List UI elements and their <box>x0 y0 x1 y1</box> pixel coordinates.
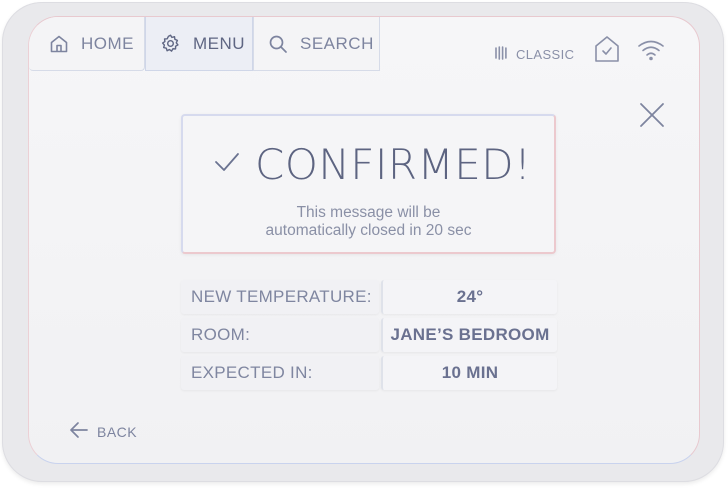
back-button[interactable]: BACK <box>69 421 137 442</box>
radiator-icon <box>494 45 510 64</box>
confirmation-message: This message will be automatically close… <box>183 204 554 240</box>
detail-label: EXPECTED IN: <box>181 356 379 390</box>
detail-value: 10 MIN <box>381 356 557 390</box>
search-icon <box>268 34 288 54</box>
mode-label: CLASSIC <box>516 47 575 62</box>
home-icon <box>49 34 69 54</box>
wifi-icon[interactable] <box>637 39 665 66</box>
detail-label: ROOM: <box>181 318 379 352</box>
back-label: BACK <box>97 423 138 440</box>
arrow-left-icon <box>69 421 89 442</box>
tab-menu[interactable]: MENU <box>145 17 253 71</box>
tab-home[interactable]: HOME <box>29 17 145 71</box>
detail-value: 24° <box>381 280 557 314</box>
confirmation-title: CONFIRMED! <box>255 140 532 189</box>
detail-row-temperature: NEW TEMPERATURE: 24° <box>181 280 557 314</box>
gear-icon <box>160 33 181 54</box>
tab-home-label: HOME <box>81 33 134 53</box>
detail-label: NEW TEMPERATURE: <box>181 280 379 314</box>
thermostat-device: HOME MENU SEARCH CLASSIC CONFIRMED! This… <box>2 2 724 482</box>
close-icon[interactable] <box>638 101 666 134</box>
detail-value: JANE’S BEDROOM <box>381 318 557 352</box>
detail-row-room: ROOM: JANE’S BEDROOM <box>181 318 557 352</box>
confirmation-header: CONFIRMED! <box>213 140 531 189</box>
home-check-icon[interactable] <box>594 35 620 68</box>
tab-search[interactable]: SEARCH <box>253 17 380 71</box>
confirmation-message-line1: This message will be <box>296 204 441 221</box>
checkmark-icon <box>213 151 241 178</box>
tab-menu-label: MENU <box>193 33 246 53</box>
confirmation-message-line2: automatically closed in 20 sec <box>265 222 472 239</box>
screen: HOME MENU SEARCH CLASSIC CONFIRMED! This… <box>28 16 700 464</box>
confirmation-dialog: CONFIRMED! This message will be automati… <box>181 114 556 254</box>
tab-search-label: SEARCH <box>300 33 374 53</box>
detail-row-expected: EXPECTED IN: 10 MIN <box>181 356 557 390</box>
mode-indicator[interactable]: CLASSIC <box>494 45 574 64</box>
